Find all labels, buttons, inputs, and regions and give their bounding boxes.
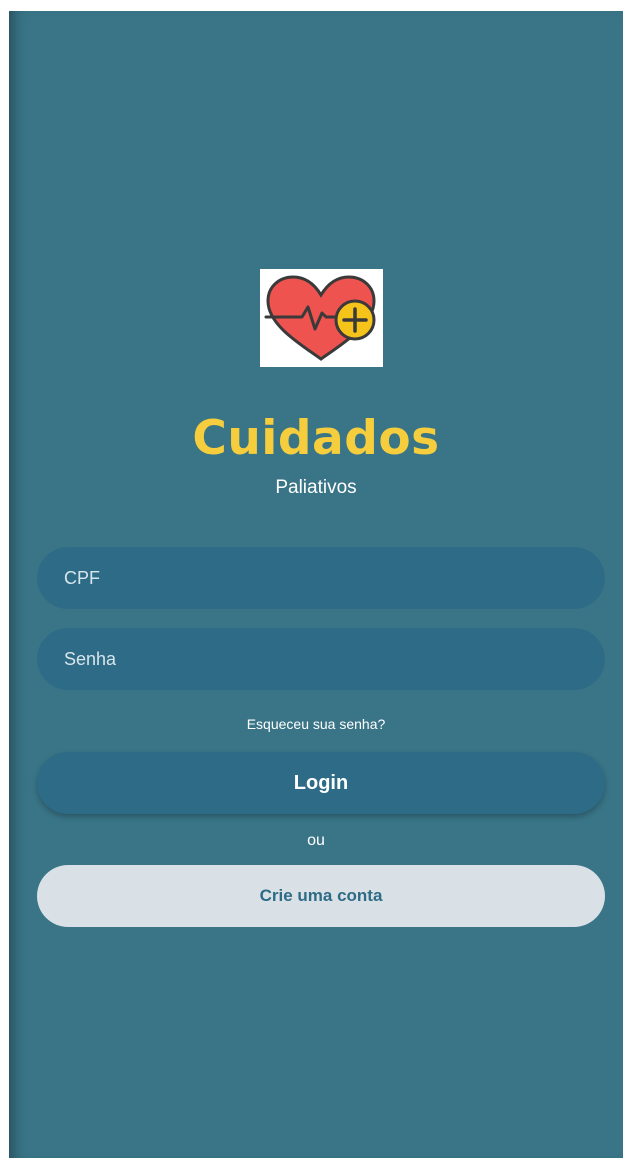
cpf-input[interactable] [62,566,580,590]
heart-pulse-plus-icon [264,275,376,361]
password-field[interactable] [37,628,605,690]
app-title: Cuidados [192,411,440,466]
password-input[interactable] [62,647,580,671]
login-button[interactable]: Login [37,752,605,814]
or-separator: ou [307,832,325,849]
app-subtitle: Paliativos [275,477,357,498]
cpf-field[interactable] [37,547,605,609]
app-logo [260,269,383,367]
create-account-button[interactable]: Crie uma conta [37,865,605,927]
forgot-password-link[interactable]: Esqueceu sua senha? [9,714,623,734]
login-screen: Cuidados Paliativos Esqueceu sua senha? … [9,11,623,1158]
